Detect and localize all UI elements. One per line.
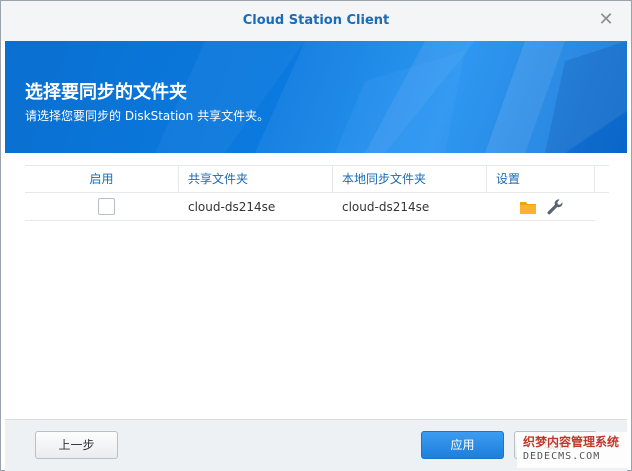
column-header-local-folder[interactable]: 本地同步文件夹 <box>333 166 487 193</box>
close-icon: ✕ <box>598 9 614 30</box>
table-row[interactable]: cloud-ds214se cloud-ds214se <box>25 193 595 221</box>
window-title: Cloud Station Client <box>242 13 390 28</box>
table-header: 启用 共享文件夹 本地同步文件夹 设置 <box>25 166 609 193</box>
wrench-icon[interactable] <box>546 198 564 216</box>
column-header-shared-folder[interactable]: 共享文件夹 <box>179 166 333 193</box>
enable-checkbox[interactable] <box>98 198 115 215</box>
folder-table: 启用 共享文件夹 本地同步文件夹 设置 cloud-ds214se cloud-… <box>25 165 609 417</box>
watermark-text-cn: 织梦内容管理系统 <box>523 435 620 449</box>
folder-icon[interactable] <box>519 199 537 215</box>
shared-folder-cell: cloud-ds214se <box>188 200 276 214</box>
dialog-window: Cloud Station Client ✕ 选择要同步的文件夹 请选择您要同步… <box>0 0 632 471</box>
header-banner: 选择要同步的文件夹 请选择您要同步的 DiskStation 共享文件夹。 <box>5 41 627 153</box>
apply-button[interactable]: 应用 <box>421 431 504 459</box>
close-button[interactable]: ✕ <box>597 11 615 29</box>
page-subtitle: 请选择您要同步的 DiskStation 共享文件夹。 <box>25 109 270 123</box>
local-folder-cell: cloud-ds214se <box>342 200 430 214</box>
watermark-text-en: DEDECMS.COM <box>523 451 601 462</box>
page-title: 选择要同步的文件夹 <box>25 82 187 103</box>
column-header-settings[interactable]: 设置 <box>487 166 595 193</box>
column-header-enable[interactable]: 启用 <box>25 166 179 193</box>
previous-button[interactable]: 上一步 <box>35 431 118 459</box>
title-bar: Cloud Station Client ✕ <box>1 1 631 41</box>
watermark: 织梦内容管理系统 DEDECMS.COM <box>517 432 629 468</box>
